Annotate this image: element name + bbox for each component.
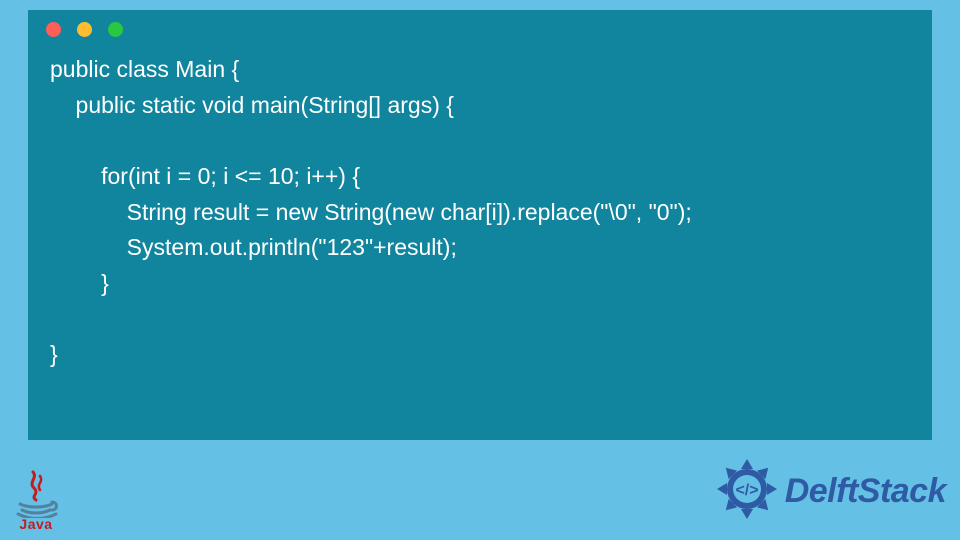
code-line: for(int i = 0; i <= 10; i++) { bbox=[50, 163, 360, 189]
code-line: } bbox=[50, 341, 58, 367]
maximize-dot-icon[interactable] bbox=[108, 22, 123, 37]
code-line: String result = new String(new char[i]).… bbox=[50, 199, 692, 225]
code-line: } bbox=[50, 270, 109, 296]
java-cup-icon bbox=[10, 470, 62, 518]
code-line: public class Main { bbox=[50, 56, 239, 82]
page-root: public class Main { public static void m… bbox=[0, 0, 960, 540]
code-line: public static void main(String[] args) { bbox=[50, 92, 454, 118]
minimize-dot-icon[interactable] bbox=[77, 22, 92, 37]
delftstack-gear-icon: </> bbox=[715, 457, 779, 526]
window-titlebar bbox=[28, 10, 932, 48]
java-logo: Java bbox=[10, 470, 62, 532]
java-logo-label: Java bbox=[10, 516, 62, 532]
delftstack-logo: </> DelftStack bbox=[715, 457, 946, 526]
code-block: public class Main { public static void m… bbox=[28, 48, 932, 383]
code-window: public class Main { public static void m… bbox=[28, 10, 932, 440]
close-dot-icon[interactable] bbox=[46, 22, 61, 37]
code-line: System.out.println("123"+result); bbox=[50, 234, 457, 260]
svg-text:</>: </> bbox=[735, 482, 758, 499]
delftstack-logo-label: DelftStack bbox=[785, 472, 946, 511]
